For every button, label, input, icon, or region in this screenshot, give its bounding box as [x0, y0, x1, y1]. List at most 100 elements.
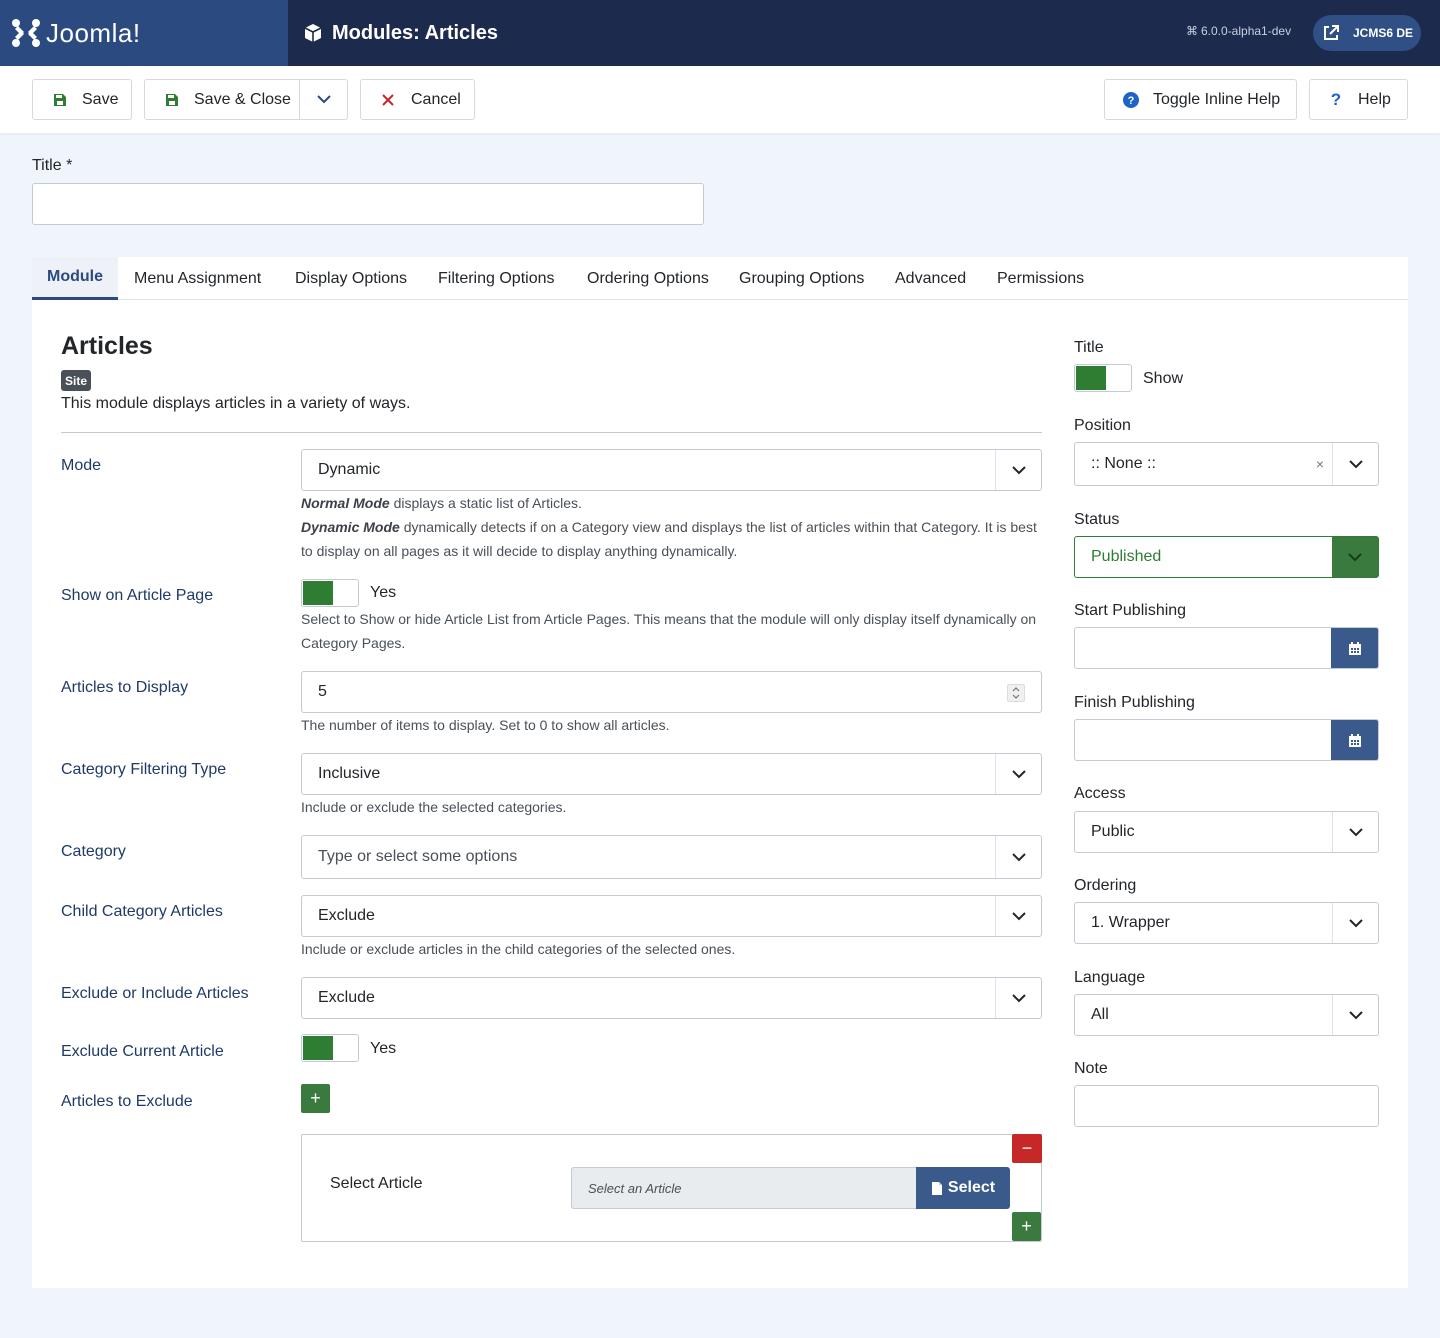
- remove-row-button[interactable]: −: [1012, 1134, 1042, 1163]
- access-label: Access: [1074, 785, 1126, 802]
- position-select[interactable]: :: None :: ×: [1074, 442, 1379, 486]
- tab-display-options[interactable]: Display Options: [295, 257, 407, 300]
- help-label: Help: [1358, 90, 1391, 108]
- divider: [61, 432, 1042, 433]
- chevron-down-icon: [995, 754, 1041, 794]
- note-input[interactable]: [1074, 1085, 1379, 1127]
- ordering-select[interactable]: 1. Wrapper: [1074, 902, 1379, 944]
- question-icon: ?: [1330, 89, 1342, 109]
- category-multiselect[interactable]: Type or select some options: [301, 835, 1042, 879]
- save-icon: [164, 92, 180, 108]
- cube-icon: [304, 24, 322, 42]
- exclude-current-value: Yes: [370, 1040, 397, 1057]
- plus-icon: +: [1021, 1216, 1032, 1236]
- svg-text:?: ?: [1128, 95, 1135, 107]
- tab-filtering-options[interactable]: Filtering Options: [438, 257, 555, 300]
- exclude-include-label: Exclude or Include Articles: [61, 985, 249, 1002]
- save-label: Save: [82, 90, 119, 108]
- save-close-button[interactable]: Save & Close: [145, 80, 299, 119]
- status-select[interactable]: Published: [1074, 536, 1379, 578]
- calendar-icon[interactable]: [1331, 628, 1378, 668]
- articles-to-display-input[interactable]: 5: [301, 671, 1042, 713]
- chevron-down-icon: [995, 836, 1041, 878]
- select-button-label: Select: [947, 1179, 996, 1196]
- save-button[interactable]: Save: [32, 79, 132, 120]
- position-label: Position: [1074, 417, 1131, 434]
- brand-logo[interactable]: Joomla!: [0, 0, 288, 66]
- toggle-knob: [303, 1036, 333, 1060]
- access-select[interactable]: Public: [1074, 811, 1379, 853]
- joomla-mini-icon: ⌘: [1186, 24, 1198, 38]
- plus-icon: +: [310, 1088, 321, 1108]
- toolbar: Save Save & Close Cancel ? Toggle Inline…: [0, 66, 1440, 133]
- toggle-inline-help-button[interactable]: ? Toggle Inline Help: [1104, 79, 1297, 120]
- mode-value: Dynamic: [318, 461, 381, 478]
- category-filtering-value: Inclusive: [318, 765, 381, 782]
- save-options-dropdown[interactable]: [300, 80, 348, 119]
- position-value: :: None ::: [1091, 455, 1156, 472]
- show-on-article-help: Select to Show or hide Article List from…: [301, 611, 1037, 651]
- category-filtering-label: Category Filtering Type: [61, 761, 227, 778]
- start-publishing-input[interactable]: [1074, 627, 1379, 669]
- external-link-icon: [1315, 17, 1347, 49]
- add-row-button[interactable]: +: [301, 1084, 330, 1113]
- mode-help: Normal Mode displays a static list of Ar…: [301, 491, 1042, 563]
- toggle-knob: [1076, 366, 1106, 390]
- ordering-value: 1. Wrapper: [1091, 914, 1170, 931]
- save-close-label: Save & Close: [194, 90, 291, 108]
- language-select[interactable]: All: [1074, 994, 1379, 1036]
- cancel-button[interactable]: Cancel: [360, 79, 475, 120]
- show-title-value: Show: [1143, 370, 1184, 387]
- show-title-toggle[interactable]: [1074, 364, 1132, 392]
- toggle-help-label: Toggle Inline Help: [1153, 90, 1281, 108]
- site-badge: Site: [61, 370, 92, 391]
- version-text: 6.0.0-alpha1-dev: [1201, 24, 1292, 38]
- number-spinner-icon[interactable]: [1007, 684, 1025, 702]
- joomla-logo-icon: [12, 19, 40, 47]
- finish-publishing-input[interactable]: [1074, 719, 1379, 761]
- exclude-include-select[interactable]: Exclude: [301, 977, 1042, 1019]
- question-circle-icon: ?: [1123, 91, 1139, 108]
- articles-to-exclude-label: Articles to Exclude: [61, 1093, 193, 1110]
- start-publishing-label: Start Publishing: [1074, 602, 1187, 619]
- language-value: All: [1091, 1006, 1109, 1023]
- select-article-label: Select Article: [330, 1175, 423, 1192]
- calendar-icon[interactable]: [1331, 720, 1378, 760]
- ordering-label: Ordering: [1074, 877, 1137, 894]
- select-article-input[interactable]: Select an Article: [571, 1167, 917, 1209]
- select-article-button[interactable]: Select: [916, 1167, 1010, 1209]
- minus-icon: −: [1021, 1138, 1033, 1158]
- category-label: Category: [61, 843, 126, 860]
- page-title: Modules: Articles: [303, 0, 498, 66]
- tab-module[interactable]: Module: [32, 257, 118, 300]
- title-label: Title *: [32, 157, 73, 174]
- child-category-select[interactable]: Exclude: [301, 895, 1042, 937]
- chevron-down-icon: [1332, 812, 1378, 852]
- article-row: Select Article Select an Article Select …: [301, 1134, 1042, 1242]
- add-row-after-button[interactable]: +: [1012, 1212, 1041, 1241]
- articles-to-display-help: The number of items to display. Set to 0…: [301, 717, 670, 733]
- help-button[interactable]: ? Help: [1309, 79, 1408, 120]
- category-filtering-select[interactable]: Inclusive: [301, 753, 1042, 795]
- view-site-button[interactable]: JCMS6 DE: [1313, 15, 1421, 51]
- chevron-down-icon: [995, 978, 1041, 1018]
- tab-menu-assignment[interactable]: Menu Assignment: [134, 257, 261, 300]
- status-value: Published: [1091, 548, 1162, 565]
- save-close-group: Save & Close: [144, 79, 348, 120]
- mode-select[interactable]: Dynamic: [301, 449, 1042, 491]
- close-icon: [380, 92, 396, 108]
- finish-publishing-label: Finish Publishing: [1074, 694, 1195, 711]
- top-header: Joomla! Modules: Articles ⌘ 6.0.0-alpha1…: [0, 0, 1440, 66]
- chevron-down-icon: [995, 896, 1041, 936]
- module-heading: Articles: [61, 332, 153, 360]
- tab-ordering-options[interactable]: Ordering Options: [587, 257, 709, 300]
- show-on-article-toggle[interactable]: [301, 579, 359, 607]
- title-input[interactable]: [32, 183, 704, 225]
- tab-permissions[interactable]: Permissions: [997, 257, 1084, 300]
- clear-icon[interactable]: ×: [1316, 456, 1324, 472]
- exclude-current-toggle[interactable]: [301, 1034, 359, 1062]
- sidebar-title-label: Title: [1074, 339, 1104, 356]
- tab-grouping-options[interactable]: Grouping Options: [739, 257, 864, 300]
- tab-advanced[interactable]: Advanced: [895, 257, 966, 300]
- module-description: This module displays articles in a varie…: [61, 395, 411, 412]
